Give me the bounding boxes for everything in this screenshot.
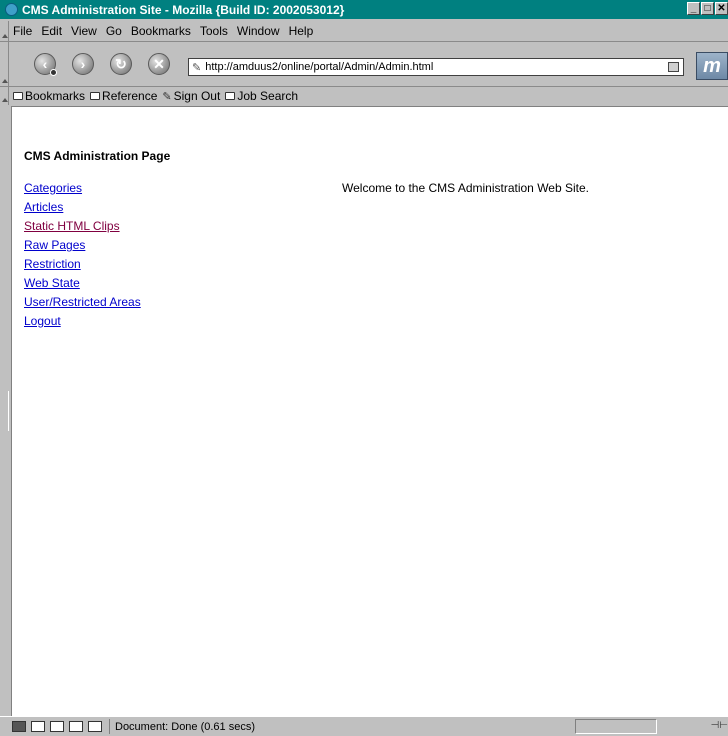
back-button[interactable]: ‹ [34,53,57,76]
forward-button[interactable]: › [72,53,94,75]
menu-window[interactable]: Window [237,24,280,38]
menu-help[interactable]: Help [289,24,314,38]
link-icon: ✎ [162,90,172,103]
link-articles[interactable]: Articles [24,198,141,217]
minimize-button[interactable]: _ [687,2,700,15]
link-raw-pages[interactable]: Raw Pages [24,236,141,255]
menu-edit[interactable]: Edit [41,24,62,38]
menu-bookmarks[interactable]: Bookmarks [131,24,191,38]
mail-icon[interactable] [31,721,45,732]
back-arrow-icon: ‹ [42,56,48,72]
back-history-dropdown-icon[interactable] [50,69,57,76]
window-title: CMS Administration Site - Mozilla {Build… [22,2,345,17]
menu-file[interactable]: File [13,24,32,38]
menu-view[interactable]: View [71,24,97,38]
address-book-icon[interactable] [88,721,102,732]
link-static-html-clips[interactable]: Static HTML Clips [24,217,141,236]
stop-icon: ✕ [153,55,165,72]
online-status-icon[interactable]: ⊣⊢ [696,720,728,732]
composer-icon[interactable] [69,721,83,732]
toolbar-grip[interactable] [0,21,9,41]
toolbar-grip[interactable] [0,87,9,105]
bookmark-label: Reference [102,89,158,103]
mozilla-throbber-icon[interactable]: m [696,52,728,80]
maximize-button[interactable]: □ [701,2,714,15]
reload-button[interactable]: ↻ [110,53,132,75]
folder-icon [13,92,23,100]
bookmark-items: Bookmarks Reference ✎ Sign Out Job Searc… [13,89,303,103]
link-web-state[interactable]: Web State [24,274,141,293]
navigation-toolbar: ‹ › ↻ ✕ ✎ m [0,42,728,87]
url-bar[interactable]: ✎ [188,58,684,76]
stop-button[interactable]: ✕ [148,53,170,75]
page-title: CMS Administration Page [24,149,171,163]
instant-messenger-icon[interactable] [50,721,64,732]
forward-arrow-icon: › [80,56,86,72]
bookmark-label: Bookmarks [25,89,86,103]
bookmark-sign-out[interactable]: ✎ Sign Out [162,89,220,103]
url-history-dropdown-icon[interactable] [668,62,679,72]
menu-bar: File Edit View Go Bookmarks Tools Window… [0,21,728,42]
toolbar-grip[interactable] [0,42,9,86]
menu-items: File Edit View Go Bookmarks Tools Window… [13,24,322,38]
welcome-message: Welcome to the CMS Administration Web Si… [342,181,589,195]
link-restriction[interactable]: Restriction [24,255,141,274]
link-logout[interactable]: Logout [24,312,141,331]
reload-icon: ↻ [115,55,127,72]
window-controls: _ □ ✕ [686,2,728,15]
bookmark-reference[interactable]: Reference [90,89,157,103]
progress-meter [575,719,657,734]
menu-go[interactable]: Go [106,24,122,38]
admin-nav-links: Categories Articles Static HTML Clips Ra… [24,179,141,331]
status-text: Document: Done (0.61 secs) [109,719,435,734]
page-content: CMS Administration Page Categories Artic… [11,106,728,716]
folder-icon [90,92,101,100]
bookmark-label: Job Search [237,89,299,103]
navigator-icon[interactable] [12,721,26,732]
link-categories[interactable]: Categories [24,179,141,198]
url-input[interactable] [205,61,661,73]
bookmark-label: Sign Out [173,89,221,103]
status-bar: Document: Done (0.61 secs) ⊣⊢ [0,716,728,736]
folder-icon [225,92,236,100]
personal-toolbar: Bookmarks Reference ✎ Sign Out Job Searc… [0,87,728,105]
page-proxy-icon[interactable]: ✎ [192,61,201,74]
window-title-bar[interactable]: CMS Administration Site - Mozilla {Build… [0,0,728,19]
sidebar-splitter[interactable] [0,106,12,716]
bookmark-job-search[interactable]: Job Search [225,89,298,103]
mozilla-app-icon [5,3,18,16]
link-user-restricted-areas[interactable]: User/Restricted Areas [24,293,141,312]
menu-tools[interactable]: Tools [200,24,228,38]
bookmark-bookmarks[interactable]: Bookmarks [13,89,85,103]
close-button[interactable]: ✕ [715,2,728,15]
component-bar [12,721,107,732]
